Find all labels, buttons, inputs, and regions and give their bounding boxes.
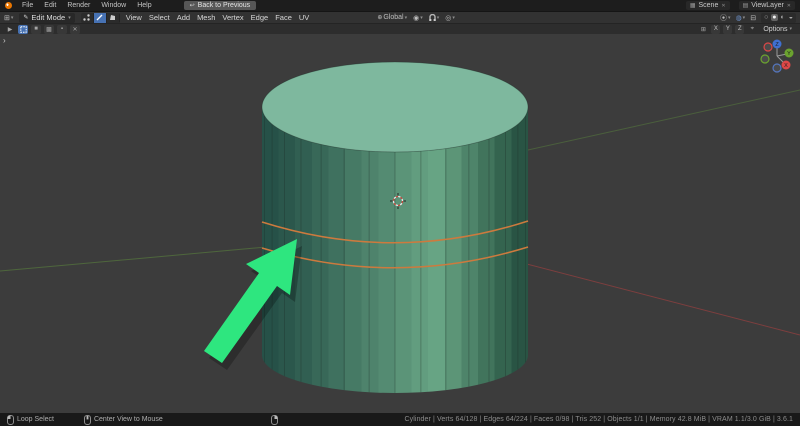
show-gizmo-dropdown[interactable]: ⦿▾ <box>720 13 731 23</box>
menu-edit[interactable]: Edit <box>43 2 57 9</box>
menu-face[interactable]: Face <box>275 13 292 22</box>
topbar: File Edit Render Window Help ↩ Back to P… <box>0 0 800 11</box>
edit-mode-icon: ✎ <box>23 14 28 21</box>
back-arrow-icon: ↩ <box>190 2 195 9</box>
edge-icon <box>96 14 103 21</box>
active-tool-select-box[interactable] <box>18 25 28 34</box>
menu-edge[interactable]: Edge <box>251 13 269 22</box>
face-icon <box>109 14 116 21</box>
gizmo-neg-x-axis[interactable] <box>764 43 772 51</box>
svg-text:X: X <box>784 63 788 69</box>
mirror-x-toggle[interactable]: X <box>711 25 720 34</box>
svg-text:Y: Y <box>787 51 791 57</box>
transform-orientation-dropdown[interactable]: ⊕ Global ▾ <box>377 14 407 21</box>
scene-selector[interactable]: ▦ Scene ✕ <box>686 1 730 10</box>
vertex-select-button[interactable] <box>81 13 94 23</box>
solid-shading-button[interactable]: ● <box>771 14 777 21</box>
snap-magnet-toggle[interactable]: ▾ <box>429 14 440 22</box>
header-right-controls: ⦿▾ ◍▾ ⊟ ○ ● ◐ ◒ <box>720 13 796 23</box>
editor-type-dropdown[interactable]: ⊞▾ <box>4 14 13 22</box>
viewport-header: ⊞▾ ✎ Edit Mode ▾ View Select Add Mesh Ve… <box>0 11 800 23</box>
right-mouse-icon <box>271 415 278 425</box>
vertex-icon <box>83 14 90 21</box>
view-layer-unlink-icon[interactable]: ✕ <box>787 3 791 9</box>
mode-selector[interactable]: ✎ Edit Mode ▾ <box>19 13 74 23</box>
gizmo-neg-y-axis[interactable] <box>761 55 769 63</box>
menu-add[interactable]: Add <box>177 13 190 22</box>
hint-right-mouse <box>271 415 281 425</box>
view-layer-selector[interactable]: ▤ ViewLayer ✕ <box>739 1 795 10</box>
select-mode-extend-button[interactable]: ▩ <box>44 25 54 34</box>
select-mode-intersect-button[interactable]: ✕ <box>70 25 80 34</box>
tool-settings-bar: ▶ ■ ▩ ▪ ✕ ⊞ X Y Z ⌖ Options ▾ <box>0 23 800 34</box>
scene-statistics: Cylinder | Verts 64/128 | Edges 64/224 |… <box>405 416 794 423</box>
viewport-menus: View Select Add Mesh Vertex Edge Face UV <box>126 13 310 22</box>
navigation-gizmo[interactable]: Z Y X <box>761 40 794 73</box>
menu-mesh[interactable]: Mesh <box>197 13 215 22</box>
menu-window[interactable]: Window <box>100 2 127 9</box>
tool-settings-right: ⊞ X Y Z ⌖ Options ▾ <box>698 25 795 34</box>
mirror-y-toggle[interactable]: Y <box>723 25 732 34</box>
magnet-icon <box>429 14 436 22</box>
pivot-point-dropdown[interactable]: ◉▾ <box>413 14 423 22</box>
menu-file[interactable]: File <box>21 2 34 9</box>
shading-mode-group: ○ ● ◐ ◒ <box>761 13 796 23</box>
chevron-down-icon: ▾ <box>68 15 71 21</box>
menu-vertex[interactable]: Vertex <box>222 13 243 22</box>
blender-logo-icon[interactable] <box>5 2 12 9</box>
hint-loop-select: Loop Select <box>7 415 54 425</box>
snap-settings-icon[interactable]: ⌖ <box>747 25 757 34</box>
gizmo-neg-z-axis[interactable] <box>773 64 781 72</box>
hint-center-view: Center View to Mouse <box>84 415 163 425</box>
back-to-previous-button[interactable]: ↩ Back to Previous <box>184 1 257 10</box>
scene-icon: ▦ <box>690 2 696 9</box>
select-mode-subtract-button[interactable]: ▪ <box>57 25 67 34</box>
wireframe-shading-button[interactable]: ○ <box>763 14 769 21</box>
select-box-icon <box>20 26 27 33</box>
viewport-scene: Z Y X <box>0 34 800 413</box>
edge-select-button[interactable] <box>94 13 107 23</box>
face-select-button[interactable] <box>107 13 120 23</box>
mirror-z-toggle[interactable]: Z <box>735 25 744 34</box>
menu-view[interactable]: View <box>126 13 142 22</box>
cylinder-top-cap[interactable] <box>262 62 528 152</box>
overlays-dropdown[interactable]: ◍▾ <box>736 14 746 22</box>
menu-select[interactable]: Select <box>149 13 170 22</box>
mirror-icon: ⊞ <box>698 25 708 34</box>
menu-uv[interactable]: UV <box>299 13 309 22</box>
status-bar: Loop Select Center View to Mouse Cylinde… <box>0 413 800 426</box>
select-mode-new-button[interactable]: ■ <box>31 25 41 34</box>
select-mode-group <box>81 13 120 23</box>
options-dropdown[interactable]: Options ▾ <box>760 26 795 33</box>
material-preview-button[interactable]: ◐ <box>780 14 786 21</box>
left-mouse-icon <box>7 415 14 425</box>
tool-settings-toggle-icon[interactable]: ▶ <box>5 25 15 34</box>
menu-render[interactable]: Render <box>66 2 91 9</box>
header-center-controls: ⊕ Global ▾ ◉▾ ▾ ◎▾ <box>377 14 455 22</box>
rendered-shading-button[interactable]: ◒ <box>788 14 794 21</box>
menu-help[interactable]: Help <box>136 2 152 9</box>
middle-mouse-icon <box>84 415 91 425</box>
orientation-icon: ⊕ <box>377 14 382 21</box>
scene-unlink-icon[interactable]: ✕ <box>721 3 725 9</box>
blender-window: File Edit Render Window Help ↩ Back to P… <box>0 0 800 426</box>
view-layer-icon: ▤ <box>743 2 749 9</box>
xray-toggle[interactable]: ⊟ <box>750 14 756 22</box>
viewport-3d[interactable]: › <box>0 34 800 413</box>
proportional-editing-toggle[interactable]: ◎▾ <box>445 14 455 22</box>
